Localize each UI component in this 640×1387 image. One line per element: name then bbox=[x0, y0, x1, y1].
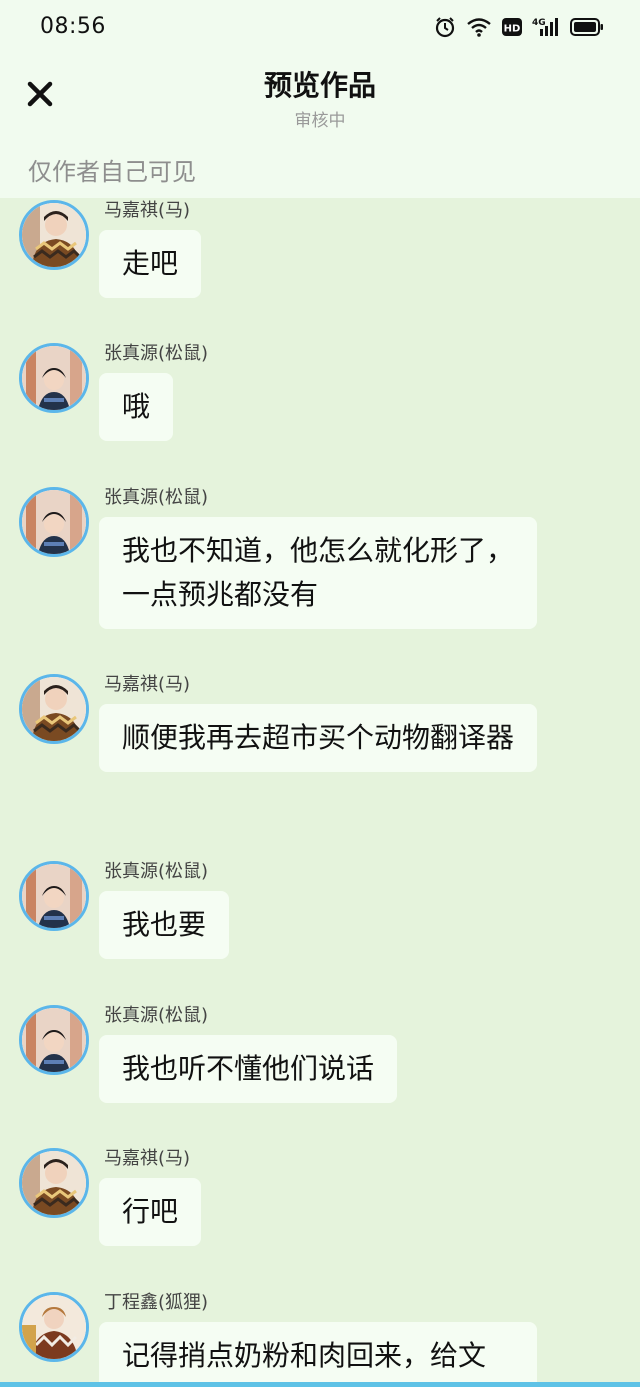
message-bubble[interactable]: 我也要 bbox=[99, 891, 230, 959]
hd-icon: HD bbox=[502, 17, 522, 41]
avatar[interactable] bbox=[19, 861, 89, 931]
avatar[interactable] bbox=[19, 343, 89, 413]
network-label: 4G bbox=[532, 18, 546, 28]
message-bubble[interactable]: 我也不知道，他怎么就化形了，一点预兆都没有 bbox=[99, 517, 537, 629]
sender-name: 丁程鑫(狐狸) bbox=[104, 1292, 209, 1313]
sender-name: 马嘉祺(马) bbox=[104, 674, 191, 695]
message-bubble[interactable]: 记得捎点奶粉和肉回来，给文 bbox=[99, 1322, 537, 1387]
avatar[interactable] bbox=[19, 1005, 89, 1075]
status-time: 08:56 bbox=[40, 14, 106, 39]
review-status: 审核中 bbox=[294, 111, 346, 131]
battery-icon bbox=[570, 17, 604, 41]
sender-name: 马嘉祺(马) bbox=[104, 1148, 191, 1169]
sender-name: 张真源(松鼠) bbox=[104, 487, 209, 508]
top-bar: 08:56 HD 4G 预览作品 审核中 仅作者自己可见 bbox=[0, 0, 640, 198]
visibility-note: 仅作者自己可见 bbox=[28, 158, 196, 186]
avatar[interactable] bbox=[19, 1148, 89, 1218]
alarm-icon bbox=[434, 16, 456, 42]
sender-name: 张真源(松鼠) bbox=[104, 1005, 209, 1026]
avatar[interactable] bbox=[19, 1292, 89, 1362]
message-bubble[interactable]: 顺便我再去超市买个动物翻译器 bbox=[99, 704, 537, 772]
message-bubble[interactable]: 哦 bbox=[99, 373, 174, 441]
hd-label: HD bbox=[504, 24, 521, 35]
avatar[interactable] bbox=[19, 487, 89, 557]
bottom-accent-bar bbox=[0, 1382, 640, 1387]
avatar[interactable] bbox=[19, 674, 89, 744]
page-title: 预览作品 bbox=[263, 69, 376, 102]
status-icons: HD 4G bbox=[434, 16, 604, 42]
sender-name: 张真源(松鼠) bbox=[104, 343, 209, 364]
message-bubble[interactable]: 行吧 bbox=[99, 1178, 202, 1246]
sender-name: 张真源(松鼠) bbox=[104, 861, 209, 882]
chat-preview-screen: 08:56 HD 4G 预览作品 审核中 仅作者自己可见 马嘉祺(马) 走吧 张… bbox=[0, 0, 640, 1387]
avatar[interactable] bbox=[19, 200, 89, 270]
wifi-icon bbox=[466, 16, 492, 42]
sender-name: 马嘉祺(马) bbox=[104, 200, 191, 221]
message-bubble[interactable]: 走吧 bbox=[99, 230, 202, 298]
message-bubble[interactable]: 我也听不懂他们说话 bbox=[99, 1035, 398, 1103]
signal-4g-icon: 4G bbox=[532, 16, 560, 42]
